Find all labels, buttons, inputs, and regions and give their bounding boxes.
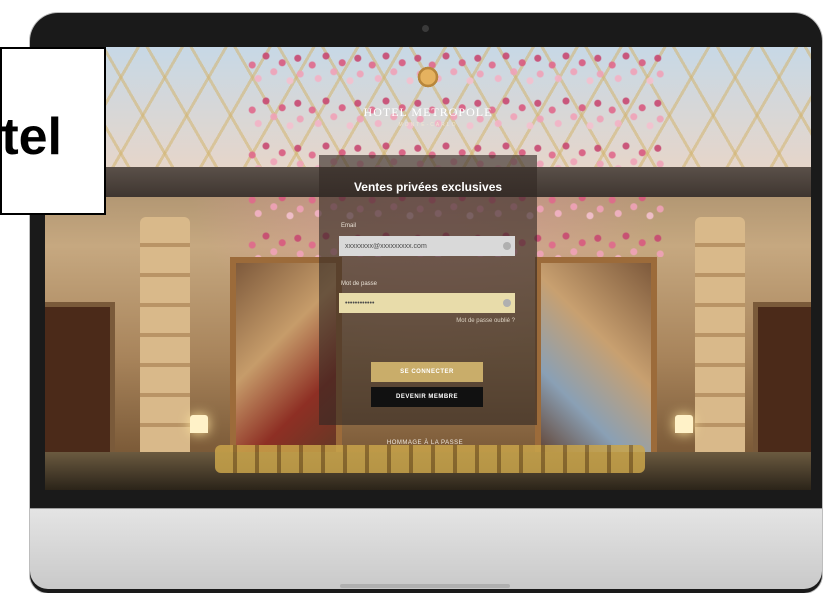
hommage-link[interactable]: HOMMAGE À LA PASSE [337,440,513,446]
become-member-button[interactable]: DEVENIR MEMBRE [371,387,483,407]
email-label: Email [341,223,357,229]
monitor-chin [30,508,822,589]
login-title: Ventes privées exclusives [353,180,503,194]
password-field[interactable] [339,293,515,313]
right-lamp [675,415,693,433]
monitor-stand [340,584,510,588]
login-panel: Ventes privées exclusives Email Mot de p… [319,155,537,425]
connect-button[interactable]: SE CONNECTER [371,362,483,382]
password-label: Mot de passe [341,281,378,287]
camera-icon [422,25,429,32]
hotel-logo[interactable]: HOTEL METROPOLE MONTE-CARLO [361,61,495,145]
forgot-password-link[interactable]: Mot de passe oublié ? [339,318,515,324]
overlay-callout: Hotel [0,47,106,215]
website-screen: HOTEL METROPOLE MONTE-CARLO Ventes privé… [45,47,811,490]
hotel-logo-tagline: MONTE-CARLO [398,122,458,128]
left-pillar [140,217,190,487]
lobby-sofa [215,445,645,473]
hotel-logo-name: HOTEL METROPOLE [363,105,493,119]
left-lamp [190,415,208,433]
hotel-logo-icon [416,65,440,89]
callout-text: Hotel [1,108,62,166]
right-tapestry [535,257,657,469]
email-field[interactable] [339,236,515,256]
right-pillar [695,217,745,487]
